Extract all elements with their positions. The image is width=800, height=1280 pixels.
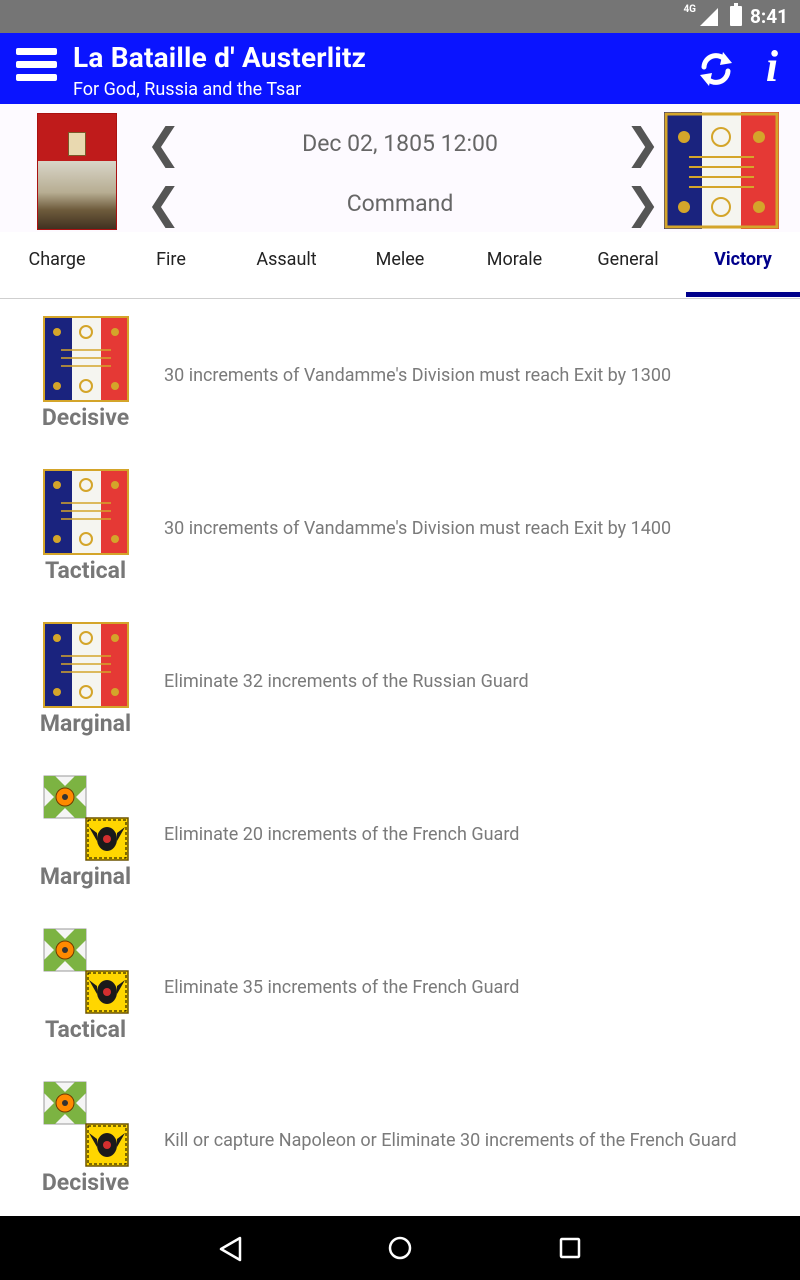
victory-level-label: Marginal: [39, 710, 132, 737]
recent-apps-icon[interactable]: [559, 1237, 581, 1259]
tab-melee[interactable]: Melee: [343, 232, 457, 298]
victory-condition-text: Eliminate 32 increments of the Russian G…: [164, 671, 529, 692]
previous-phase-button[interactable]: ❮: [146, 183, 181, 225]
victory-level-label: Decisive: [41, 404, 130, 431]
austrian-eagle-flag-icon: [85, 1123, 129, 1167]
menu-icon[interactable]: [16, 48, 57, 88]
app-title: La Bataille d' Austerlitz: [73, 41, 367, 74]
russian-cross-flag-icon: [43, 1081, 87, 1125]
list-item[interactable]: Decisive 30 increments of Vandamme's Div…: [0, 299, 800, 452]
info-icon[interactable]: i: [760, 43, 784, 91]
home-icon[interactable]: [387, 1235, 413, 1261]
app-bar: La Bataille d' Austerlitz For God, Russi…: [0, 33, 800, 104]
network-type: 4G: [683, 4, 696, 15]
victory-condition-text: Eliminate 20 increments of the French Gu…: [164, 824, 520, 845]
next-phase-button[interactable]: ❯: [625, 183, 660, 225]
signal-icon: [700, 8, 718, 26]
french-eagle-flag-icon: [43, 622, 129, 708]
tab-general[interactable]: General: [571, 232, 685, 298]
battery-icon: [730, 3, 742, 26]
app-subtitle: For God, Russia and the Tsar: [73, 79, 302, 100]
victory-conditions-list: Decisive 30 increments of Vandamme's Div…: [0, 299, 800, 1216]
victory-level-label: Marginal: [39, 863, 132, 890]
victory-condition-text: Eliminate 35 increments of the French Gu…: [164, 977, 520, 998]
tab-charge[interactable]: Charge: [0, 232, 114, 298]
tab-assault[interactable]: Assault: [229, 232, 344, 298]
russian-cross-flag-icon: [43, 775, 87, 819]
scenario-header: ❮ Dec 02, 1805 12:00 ❯ ❮ Command ❯: [0, 104, 800, 232]
victory-level-label: Decisive: [41, 1169, 130, 1196]
date-time-label: Dec 02, 1805 12:00: [302, 130, 498, 157]
allied-flags-icon: [43, 775, 129, 861]
victory-level-label: Tactical: [44, 557, 127, 584]
allied-flags-icon: [43, 1081, 129, 1167]
list-item[interactable]: Marginal Eliminate 20 increments of the …: [0, 758, 800, 911]
victory-condition-text: 30 increments of Vandamme's Division mus…: [164, 518, 672, 539]
tab-fire[interactable]: Fire: [114, 232, 228, 298]
tab-victory[interactable]: Victory: [686, 232, 800, 298]
victory-condition-text: Kill or capture Napoleon or Eliminate 30…: [164, 1130, 737, 1151]
list-item[interactable]: Tactical Eliminate 35 increments of the …: [0, 911, 800, 1064]
next-date-button[interactable]: ❯: [625, 123, 660, 165]
french-eagle-flag-icon: [43, 469, 129, 555]
status-time: 8:41: [749, 5, 788, 28]
russian-cross-flag-icon: [43, 928, 87, 972]
allied-flags-icon: [43, 928, 129, 1014]
victory-level-label: Tactical: [44, 1016, 127, 1043]
french-eagle-flag-icon[interactable]: [664, 112, 779, 229]
austrian-eagle-flag-icon: [85, 817, 129, 861]
victory-condition-text: 30 increments of Vandamme's Division mus…: [164, 365, 672, 386]
list-item[interactable]: Tactical 30 increments of Vandamme's Div…: [0, 452, 800, 605]
phase-label: Command: [346, 190, 454, 217]
back-icon[interactable]: [218, 1236, 244, 1262]
list-item[interactable]: Marginal Eliminate 32 increments of the …: [0, 605, 800, 758]
austrian-eagle-flag-icon: [85, 970, 129, 1014]
tab-bar: Charge Fire Assault Melee Morale General…: [0, 232, 800, 299]
status-bar: 4G 8:41: [0, 0, 800, 33]
previous-date-button[interactable]: ❮: [146, 123, 181, 165]
french-eagle-flag-icon: [43, 316, 129, 402]
refresh-icon[interactable]: [696, 49, 736, 89]
tab-morale[interactable]: Morale: [457, 232, 572, 298]
active-tab-indicator: [686, 292, 800, 297]
list-item[interactable]: Decisive Kill or capture Napoleon or Eli…: [0, 1064, 800, 1217]
rulebook-cover-image[interactable]: [37, 113, 117, 230]
system-navigation-bar: [0, 1216, 800, 1280]
